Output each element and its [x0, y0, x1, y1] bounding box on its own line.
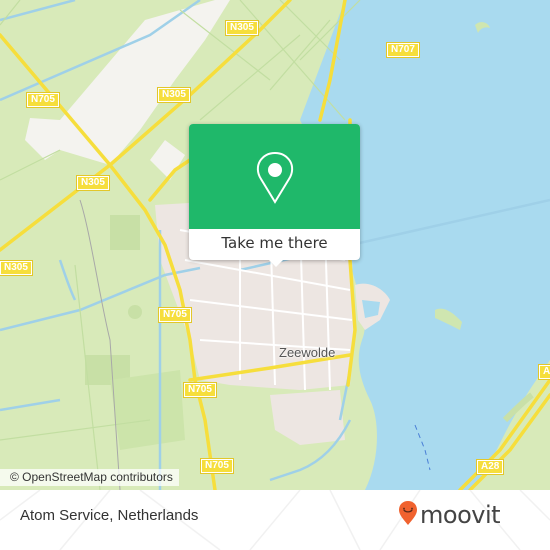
road-label-n705: N705 — [200, 458, 234, 474]
popup-pointer — [269, 260, 283, 267]
take-me-there-popup[interactable]: Take me there — [189, 124, 360, 267]
moovit-logo[interactable]: moovit — [398, 500, 501, 530]
road-label-n705: N705 — [158, 307, 192, 323]
popup-header[interactable] — [189, 124, 360, 229]
footer: Atom Service, Netherlands moovit — [0, 490, 550, 550]
moovit-wordmark: moovit — [420, 501, 501, 529]
road-label-n305: N305 — [157, 87, 191, 103]
road-label-n305: N305 — [225, 20, 259, 36]
moovit-pin-icon — [398, 500, 418, 530]
map[interactable]: N305 N707 N705 N305 N305 N305 N705 N705 … — [0, 0, 550, 490]
road-label-n705: N705 — [26, 92, 60, 108]
road-label-a28: A28 — [475, 459, 505, 475]
road-label-n707: N707 — [386, 42, 420, 58]
road-label-n705: N705 — [183, 382, 217, 398]
osm-attribution[interactable]: © OpenStreetMap contributors — [0, 469, 179, 486]
road-label-n305: N305 — [0, 260, 33, 276]
city-label-zeewolde: Zeewolde — [279, 345, 336, 360]
road-label-n305: N305 — [76, 175, 110, 191]
take-me-there-button[interactable]: Take me there — [189, 229, 360, 260]
place-name: Atom Service, Netherlands — [20, 507, 199, 524]
road-label-a28: A28 — [537, 364, 550, 380]
